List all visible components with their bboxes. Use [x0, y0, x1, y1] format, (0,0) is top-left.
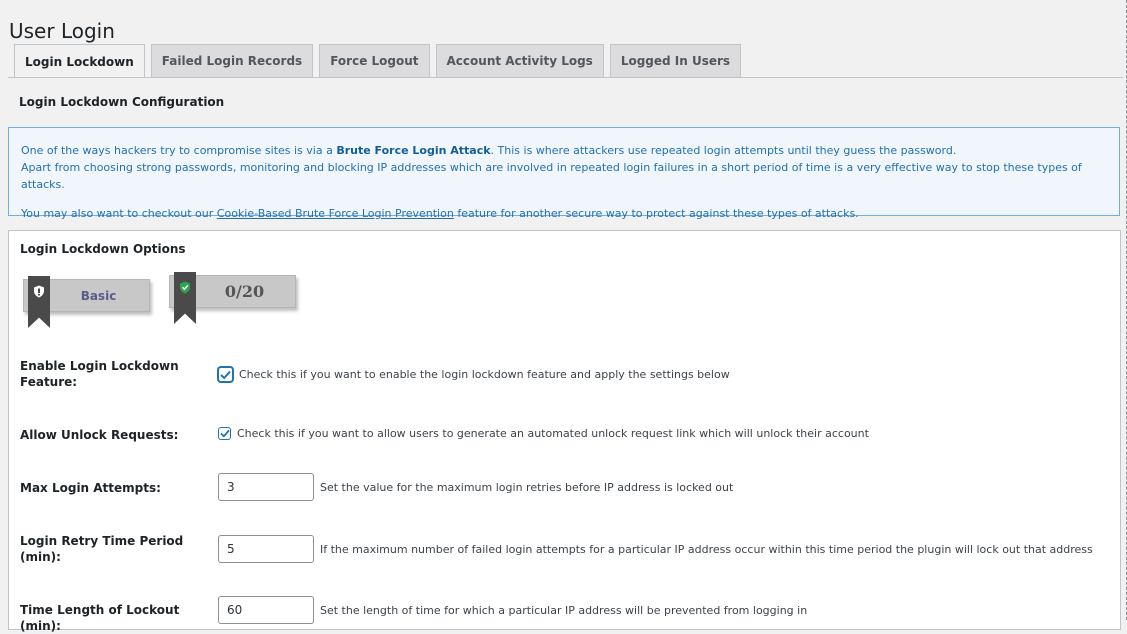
- allow-unlock-description: Check this if you want to allow users to…: [237, 427, 869, 440]
- retry-period-label: Login Retry Time Period (min):: [20, 534, 184, 564]
- tab-account-activity-logs[interactable]: Account Activity Logs: [435, 44, 604, 77]
- tab-logged-in-users[interactable]: Logged In Users: [609, 44, 742, 77]
- info-text: . This is where attackers use repeated l…: [490, 144, 957, 157]
- security-points-badge: 0/20: [169, 272, 296, 324]
- allow-unlock-control: Check this if you want to allow users to…: [218, 427, 869, 440]
- lockout-length-label: Time Length of Lockout (min):: [20, 603, 180, 633]
- info-text: feature for another secure way to protec…: [453, 207, 859, 220]
- tab-force-logout[interactable]: Force Logout: [319, 44, 430, 77]
- max-attempts-control: Set the value for the maximum login retr…: [218, 473, 733, 501]
- info-notice: One of the ways hackers try to compromis…: [8, 127, 1120, 220]
- panel-title: Login Lockdown Options: [20, 242, 186, 256]
- checkmark-icon: [219, 429, 230, 438]
- page-title: User Login: [9, 19, 115, 44]
- info-text: You may also want to checkout our: [21, 207, 217, 220]
- info-emphasis: Brute Force Login Attack: [336, 144, 491, 157]
- enable-lockdown-description: Check this if you want to enable the log…: [239, 368, 730, 381]
- shield-check-icon: [178, 280, 192, 294]
- tab-failed-login-records[interactable]: Failed Login Records: [150, 44, 314, 77]
- security-level-label: Basic: [80, 288, 117, 303]
- tab-bar-divider: [8, 77, 1123, 78]
- tab-bar: Login Lockdown Failed Login Records Forc…: [14, 44, 742, 78]
- retry-period-control: If the maximum number of failed login at…: [218, 535, 1093, 563]
- tab-login-lockdown[interactable]: Login Lockdown: [14, 44, 145, 78]
- section-title: Login Lockdown Configuration: [19, 95, 225, 109]
- security-level-badge: Basic: [23, 276, 150, 328]
- security-points-label: 0/20: [224, 282, 265, 301]
- allow-unlock-label: Allow Unlock Requests:: [20, 428, 179, 442]
- enable-lockdown-checkbox[interactable]: [218, 367, 233, 382]
- info-line-3: You may also want to checkout our Cookie…: [21, 205, 1107, 222]
- info-line-1: One of the ways hackers try to compromis…: [21, 142, 1107, 193]
- info-text: One of the ways hackers try to compromis…: [21, 144, 337, 157]
- max-attempts-label: Max Login Attempts:: [20, 481, 161, 495]
- shield-icon: [32, 284, 46, 298]
- login-lockdown-options-panel: Login Lockdown Options Basic 0/20 Enable…: [8, 230, 1121, 633]
- ribbon-icon: [28, 276, 50, 328]
- lockout-length-description: Set the length of time for which a parti…: [320, 603, 808, 617]
- retry-period-description: If the maximum number of failed login at…: [320, 542, 1093, 556]
- max-attempts-description: Set the value for the maximum login retr…: [320, 480, 734, 494]
- enable-lockdown-control: Check this if you want to enable the log…: [218, 367, 730, 382]
- info-text: Apart from choosing strong passwords, mo…: [21, 161, 1082, 191]
- allow-unlock-checkbox[interactable]: [218, 427, 231, 440]
- ribbon-icon: [174, 272, 196, 324]
- checkmark-icon: [220, 370, 231, 379]
- cookie-bfl-prevention-link[interactable]: Cookie-Based Brute Force Login Preventio…: [217, 207, 454, 220]
- enable-lockdown-label: Enable Login Lockdown Feature:: [20, 359, 179, 389]
- retry-period-input[interactable]: [218, 535, 314, 563]
- max-attempts-input[interactable]: [218, 473, 314, 501]
